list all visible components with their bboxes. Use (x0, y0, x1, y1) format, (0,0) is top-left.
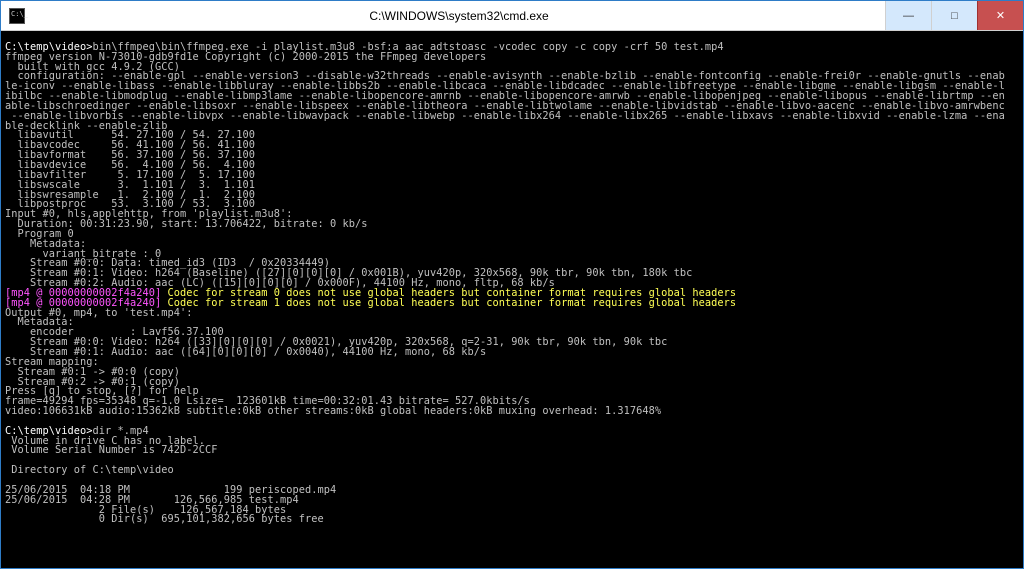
directory-of: Directory of C:\temp\video (5, 464, 174, 476)
cmd-window: C:\WINDOWS\system32\cmd.exe — □ ✕ C:\tem… (0, 0, 1024, 569)
warning-message: Codec for stream 1 does not use global h… (161, 297, 736, 309)
cmd-icon (9, 8, 25, 24)
titlebar-buttons: — □ ✕ (885, 1, 1023, 30)
video-stats: video:106631kB audio:15362kB subtitle:0k… (5, 405, 661, 417)
window-title: C:\WINDOWS\system32\cmd.exe (33, 9, 885, 23)
serial-info: Volume Serial Number is 742D-2CCF (5, 444, 217, 456)
titlebar[interactable]: C:\WINDOWS\system32\cmd.exe — □ ✕ (1, 1, 1023, 31)
close-button[interactable]: ✕ (977, 1, 1023, 30)
maximize-button[interactable]: □ (931, 1, 977, 30)
dir-count: 0 Dir(s) 695,101,382,656 bytes free (5, 513, 324, 525)
terminal-output[interactable]: C:\temp\video>bin\ffmpeg\bin\ffmpeg.exe … (1, 31, 1023, 568)
minimize-button[interactable]: — (885, 1, 931, 30)
